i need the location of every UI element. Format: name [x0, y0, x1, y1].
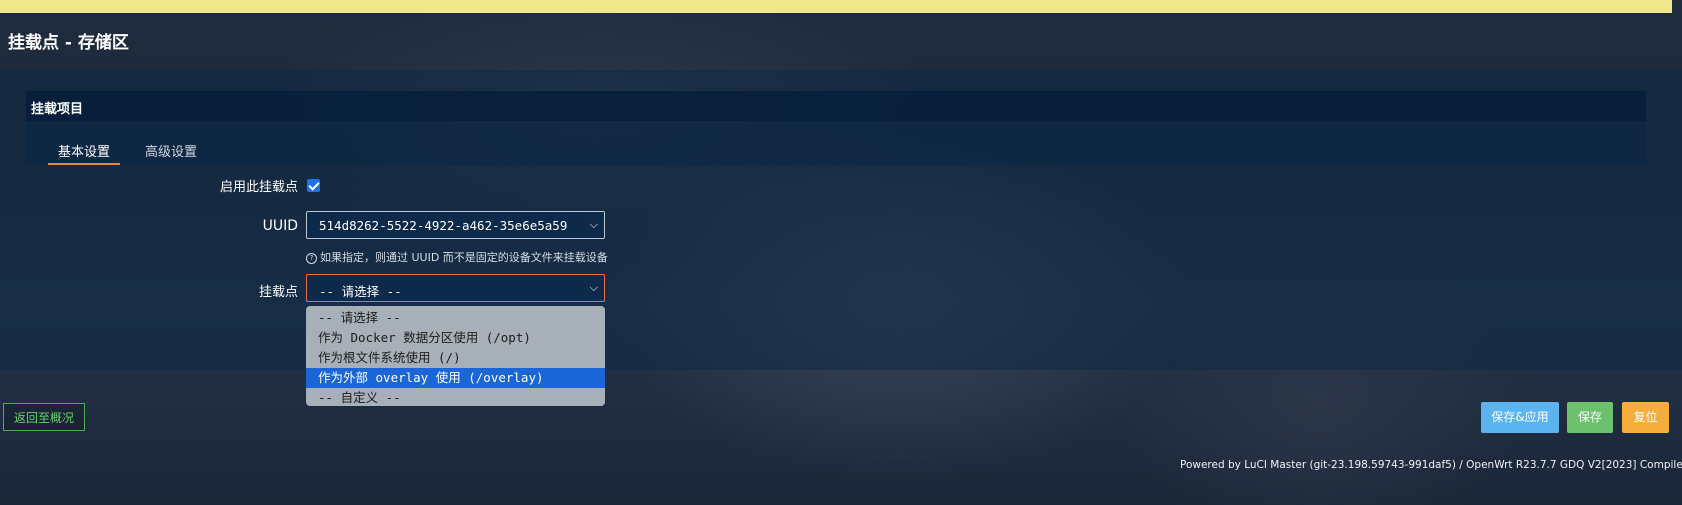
dropdown-option[interactable]: 作为 Docker 数据分区使用 (/opt)	[306, 328, 605, 348]
enable-checkbox[interactable]	[307, 179, 320, 192]
uuid-label: UUID	[262, 218, 298, 234]
dropdown-option-highlighted[interactable]: 作为外部 overlay 使用 (/overlay)	[306, 368, 605, 388]
uuid-hint: ? 如果指定，则通过 UUID 而不是固定的设备文件来挂载设备	[306, 249, 608, 265]
save-button[interactable]: 保存	[1567, 402, 1613, 433]
dropdown-option[interactable]: -- 自定义 --	[306, 388, 605, 406]
dropdown-option[interactable]: -- 请选择 --	[306, 308, 605, 328]
uuid-value: 514d8262-5522-4922-a462-35e6e5a59	[319, 218, 568, 233]
warning-bar	[0, 0, 1672, 13]
chevron-down-icon: ⌵	[589, 281, 598, 294]
back-to-overview-button[interactable]: 返回至概况	[3, 403, 86, 431]
mount-section: 挂载项目	[26, 91, 1646, 165]
mountpoint-value: -- 请选择 --	[319, 284, 402, 299]
enable-label: 启用此挂载点	[219, 180, 298, 195]
save-apply-button[interactable]: 保存&应用	[1481, 402, 1559, 433]
uuid-hint-text: 如果指定，则通过 UUID 而不是固定的设备文件来挂载设备	[320, 251, 608, 264]
section-header: 挂载项目	[26, 91, 1646, 121]
tab-advanced-settings[interactable]: 高级设置	[145, 141, 197, 160]
help-icon: ?	[306, 253, 317, 264]
uuid-select[interactable]: 514d8262-5522-4922-a462-35e6e5a59 ⌵	[306, 211, 605, 239]
active-tab-indicator	[48, 163, 120, 165]
page-title: 挂载点 - 存储区	[8, 33, 129, 53]
footer-text: Powered by LuCI Master (git-23.198.59743…	[1180, 459, 1682, 471]
dropdown-option[interactable]: 作为根文件系统使用 (/)	[306, 348, 605, 368]
tab-basic-settings[interactable]: 基本设置	[58, 141, 110, 160]
reset-button[interactable]: 复位	[1622, 402, 1669, 433]
mountpoint-dropdown: -- 请选择 -- 作为 Docker 数据分区使用 (/opt) 作为根文件系…	[306, 306, 605, 406]
mountpoint-select[interactable]: -- 请选择 -- ⌵	[306, 274, 605, 302]
chevron-down-icon: ⌵	[589, 218, 598, 231]
section-title: 挂载项目	[31, 102, 84, 117]
mountpoint-label: 挂载点	[258, 285, 298, 300]
